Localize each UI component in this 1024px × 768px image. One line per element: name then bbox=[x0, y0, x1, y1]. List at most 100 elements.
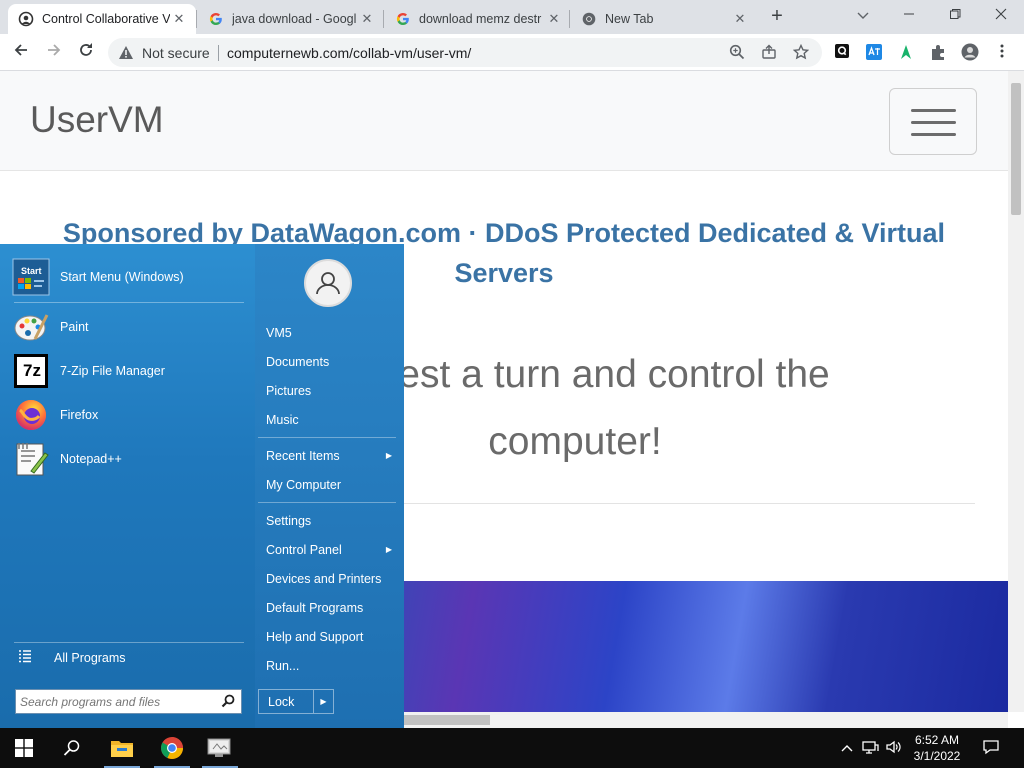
chrome-menu-icon[interactable] bbox=[994, 43, 1012, 61]
tab-title: New Tab bbox=[605, 12, 654, 26]
collabvm-taskbar-icon[interactable] bbox=[196, 728, 244, 768]
clock-date: 3/1/2022 bbox=[913, 749, 961, 763]
start-menu-app-icon bbox=[12, 258, 50, 296]
url-text[interactable]: computernewb.com/collab-vm/user-vm/ bbox=[227, 45, 471, 61]
tab-title: download memz destr bbox=[419, 12, 542, 26]
paint-icon bbox=[12, 308, 50, 346]
places-documents[interactable]: Documents bbox=[266, 351, 396, 373]
separator bbox=[14, 302, 244, 303]
places-help-support[interactable]: Help and Support bbox=[266, 626, 396, 648]
start-search-input[interactable] bbox=[20, 693, 216, 711]
places-music[interactable]: Music bbox=[266, 409, 396, 431]
network-icon[interactable] bbox=[862, 739, 880, 757]
program-label: Start Menu (Windows) bbox=[60, 270, 184, 284]
security-label[interactable]: Not secure bbox=[142, 45, 210, 61]
tab-title: java download - Googl bbox=[232, 12, 357, 26]
firefox-icon bbox=[12, 396, 50, 434]
address-bar[interactable]: Not secure computernewb.com/collab-vm/us… bbox=[108, 38, 822, 67]
tab-download-memz[interactable]: download memz destr ✕ bbox=[385, 4, 571, 34]
places-user-folder[interactable]: VM5 bbox=[266, 322, 396, 344]
volume-icon[interactable] bbox=[885, 739, 903, 757]
places-devices-printers[interactable]: Devices and Printers bbox=[266, 568, 396, 590]
tab-control-collaborative[interactable]: Control Collaborative V ✕ bbox=[8, 4, 196, 34]
close-tab-icon[interactable]: ✕ bbox=[170, 11, 188, 27]
collabvm-favicon-icon bbox=[18, 11, 34, 27]
address-divider bbox=[218, 45, 219, 61]
places-recent-items[interactable]: Recent Items ▶ bbox=[266, 445, 396, 467]
system-clock[interactable]: 6:52 AM 3/1/2022 bbox=[906, 732, 968, 764]
file-explorer-icon[interactable] bbox=[98, 728, 146, 768]
power-options-arrow-icon[interactable]: ▶ bbox=[313, 690, 333, 713]
program-notepadpp[interactable]: Notepad++ bbox=[12, 439, 242, 479]
bookmark-star-icon[interactable] bbox=[792, 43, 810, 62]
tab-java-download[interactable]: java download - Googl ✕ bbox=[198, 4, 384, 34]
minimize-button[interactable] bbox=[897, 4, 921, 28]
places-run[interactable]: Run... bbox=[266, 655, 396, 677]
tab-new-tab[interactable]: New Tab ✕ bbox=[571, 4, 757, 34]
notifications-icon[interactable] bbox=[982, 739, 1000, 757]
chrome-taskbar-icon[interactable] bbox=[148, 728, 196, 768]
control-panel-label: Control Panel bbox=[266, 543, 342, 557]
user-avatar[interactable] bbox=[304, 259, 352, 307]
reload-button[interactable] bbox=[74, 41, 98, 65]
places-settings[interactable]: Settings bbox=[266, 510, 396, 532]
scrollbar-thumb[interactable] bbox=[404, 715, 490, 725]
chrome-favicon-icon bbox=[581, 11, 597, 27]
separator bbox=[14, 642, 244, 643]
back-button[interactable] bbox=[9, 41, 33, 65]
all-programs-button[interactable]: All Programs bbox=[18, 649, 126, 666]
lock-button[interactable]: Lock ▶ bbox=[258, 689, 334, 714]
taskbar-search-icon[interactable] bbox=[48, 728, 96, 768]
separator bbox=[258, 437, 396, 438]
screen: Control Collaborative V ✕ java download … bbox=[0, 0, 1024, 768]
submenu-arrow-icon: ▶ bbox=[385, 451, 392, 460]
restore-button[interactable] bbox=[943, 4, 967, 28]
extension-green-icon[interactable] bbox=[897, 43, 915, 61]
share-icon[interactable] bbox=[760, 44, 778, 62]
close-tab-icon[interactable]: ✕ bbox=[545, 11, 563, 27]
program-paint[interactable]: Paint bbox=[12, 307, 242, 347]
recent-items-label: Recent Items bbox=[266, 449, 340, 463]
close-tab-icon[interactable]: ✕ bbox=[358, 11, 376, 27]
start-search-box[interactable] bbox=[15, 689, 242, 714]
search-icon[interactable] bbox=[221, 694, 235, 713]
new-tab-button[interactable]: + bbox=[766, 6, 788, 28]
vertical-scrollbar[interactable] bbox=[1008, 71, 1024, 712]
extension-translate-icon[interactable] bbox=[865, 43, 883, 61]
google-favicon-icon bbox=[208, 11, 224, 27]
forward-button[interactable] bbox=[42, 41, 66, 65]
google-favicon-icon bbox=[395, 11, 411, 27]
places-pictures[interactable]: Pictures bbox=[266, 380, 396, 402]
separator bbox=[258, 502, 396, 503]
hamburger-bar bbox=[911, 121, 956, 124]
extension-q-icon[interactable] bbox=[834, 43, 852, 61]
close-window-button[interactable] bbox=[989, 4, 1013, 28]
tab-divider bbox=[196, 10, 197, 28]
navbar-toggle-button[interactable] bbox=[889, 88, 977, 155]
submenu-arrow-icon: ▶ bbox=[385, 545, 392, 554]
browser-toolbar: Not secure computernewb.com/collab-vm/us… bbox=[0, 34, 1024, 71]
close-tab-icon[interactable]: ✕ bbox=[731, 11, 749, 27]
not-secure-warning-icon[interactable] bbox=[118, 45, 134, 65]
tab-divider bbox=[383, 10, 384, 28]
program-start-menu-windows[interactable]: Start Menu (Windows) bbox=[12, 257, 242, 297]
places-control-panel[interactable]: Control Panel ▶ bbox=[266, 539, 396, 561]
scrollbar-thumb[interactable] bbox=[1011, 83, 1021, 215]
all-programs-label: All Programs bbox=[54, 650, 126, 665]
tab-strip: Control Collaborative V ✕ java download … bbox=[0, 0, 1024, 34]
places-default-programs[interactable]: Default Programs bbox=[266, 597, 396, 619]
program-7zip[interactable]: 7-Zip File Manager bbox=[12, 351, 242, 391]
program-label: Notepad++ bbox=[60, 452, 122, 466]
program-firefox[interactable]: Firefox bbox=[12, 395, 242, 435]
notepadpp-icon bbox=[12, 440, 50, 478]
site-brand[interactable]: UserVM bbox=[30, 99, 164, 141]
places-my-computer[interactable]: My Computer bbox=[266, 474, 396, 496]
show-hidden-icons-icon[interactable] bbox=[838, 739, 856, 757]
zoom-icon[interactable] bbox=[728, 44, 746, 62]
tab-search-icon[interactable] bbox=[851, 4, 875, 28]
profile-avatar-icon[interactable] bbox=[961, 43, 979, 61]
windows-start-button[interactable] bbox=[0, 728, 48, 768]
7zip-icon-text: 7z bbox=[23, 361, 41, 380]
lock-label: Lock bbox=[268, 695, 295, 709]
extensions-puzzle-icon[interactable] bbox=[929, 43, 947, 61]
